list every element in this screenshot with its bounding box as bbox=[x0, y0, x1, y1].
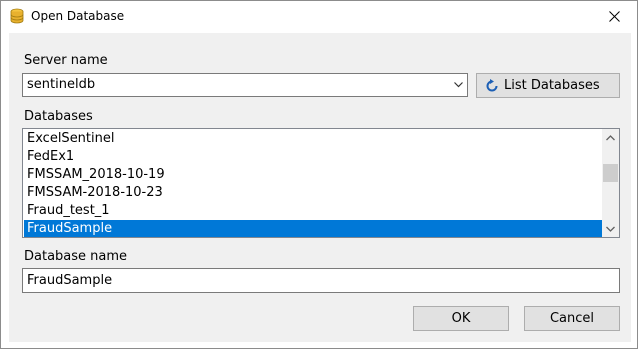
list-item[interactable]: FMSSAM_2018-10-19 bbox=[24, 166, 602, 184]
databases-label: Databases bbox=[24, 109, 93, 124]
scroll-up-button[interactable] bbox=[602, 129, 619, 146]
chevron-down-icon bbox=[606, 226, 615, 232]
list-item[interactable]: FedEx1 bbox=[24, 148, 602, 166]
vertical-scrollbar[interactable] bbox=[602, 129, 619, 237]
scrollbar-thumb[interactable] bbox=[603, 164, 618, 182]
title-bar[interactable]: Open Database bbox=[1, 1, 637, 32]
chevron-up-icon bbox=[606, 134, 615, 140]
server-name-combobox[interactable]: sentineldb bbox=[22, 73, 468, 97]
server-name-label: Server name bbox=[24, 53, 108, 68]
close-button[interactable] bbox=[591, 1, 637, 32]
list-item-selected[interactable]: FraudSample bbox=[24, 220, 602, 237]
window-title: Open Database bbox=[31, 9, 125, 23]
database-name-label: Database name bbox=[24, 249, 128, 264]
database-name-value: FraudSample bbox=[27, 273, 113, 288]
database-icon bbox=[10, 8, 24, 24]
databases-listbox[interactable]: ExcelSentinel FedEx1 FMSSAM_2018-10-19 F… bbox=[22, 128, 620, 238]
list-databases-label: List Databases bbox=[504, 78, 600, 93]
ok-button[interactable]: OK bbox=[413, 306, 509, 331]
chevron-down-icon[interactable] bbox=[454, 82, 463, 88]
list-databases-button[interactable]: List Databases bbox=[476, 73, 620, 98]
open-database-dialog: Open Database Server name sentineldb Lis… bbox=[0, 0, 638, 349]
dialog-content: Server name sentineldb List Databases Da… bbox=[9, 33, 631, 342]
list-item[interactable]: FMSSAM-2018-10-23 bbox=[24, 184, 602, 202]
cancel-button[interactable]: Cancel bbox=[524, 306, 620, 331]
scroll-down-button[interactable] bbox=[602, 220, 619, 237]
database-name-field[interactable]: FraudSample bbox=[22, 268, 620, 293]
databases-list: ExcelSentinel FedEx1 FMSSAM_2018-10-19 F… bbox=[24, 130, 602, 237]
server-name-value: sentineldb bbox=[27, 77, 96, 92]
refresh-icon bbox=[486, 79, 498, 92]
list-item[interactable]: Fraud_test_1 bbox=[24, 202, 602, 220]
close-icon bbox=[608, 11, 620, 22]
list-item[interactable]: ExcelSentinel bbox=[24, 130, 602, 148]
